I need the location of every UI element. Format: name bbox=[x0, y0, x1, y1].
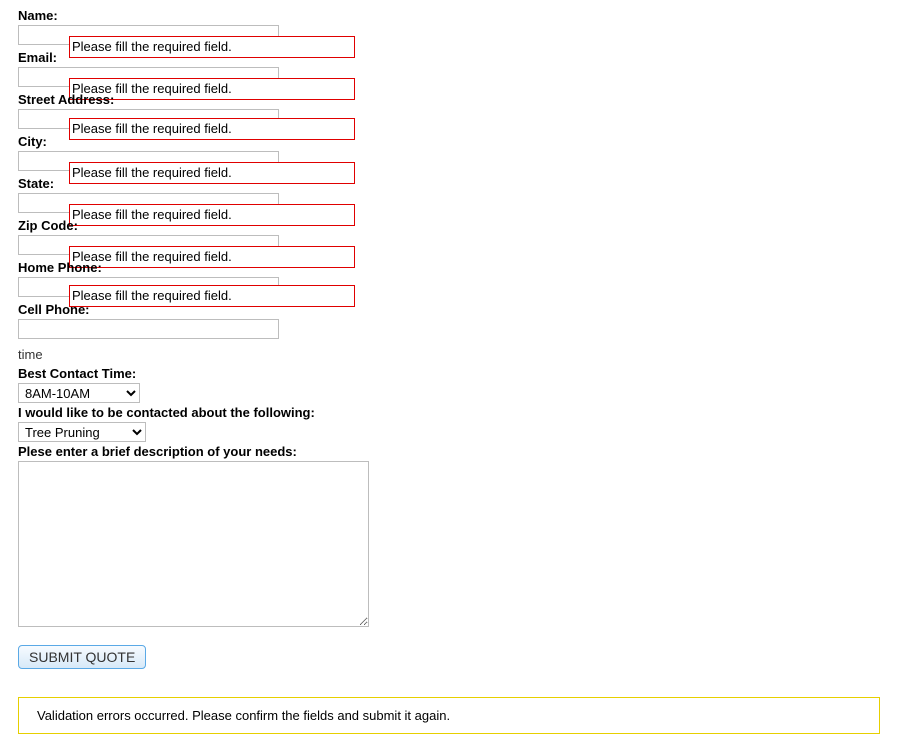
label-description: Plese enter a brief description of your … bbox=[18, 444, 900, 459]
field-state: State: Please fill the required field. bbox=[18, 176, 900, 213]
textarea-description[interactable] bbox=[18, 461, 369, 627]
submit-quote-button[interactable]: SUBMIT QUOTE bbox=[18, 645, 146, 669]
select-best-contact-time[interactable]: 8AM-10AM bbox=[18, 383, 140, 403]
field-name: Name: Please fill the required field. bbox=[18, 8, 900, 45]
label-street: Street Address: bbox=[18, 92, 900, 107]
label-city: City: bbox=[18, 134, 900, 149]
field-city: City: Please fill the required field. bbox=[18, 134, 900, 171]
field-email: Email: Please fill the required field. bbox=[18, 50, 900, 87]
label-state: State: bbox=[18, 176, 900, 191]
field-cellphone: Cell Phone: bbox=[18, 302, 900, 339]
label-time-raw: time bbox=[18, 347, 900, 362]
label-best-contact: Best Contact Time: bbox=[18, 366, 900, 381]
label-zip: Zip Code: bbox=[18, 218, 900, 233]
label-homephone: Home Phone: bbox=[18, 260, 900, 275]
field-street: Street Address: Please fill the required… bbox=[18, 92, 900, 129]
quote-form-page: Name: Please fill the required field. Em… bbox=[0, 0, 918, 754]
label-topic: I would like to be contacted about the f… bbox=[18, 405, 900, 420]
input-cellphone[interactable] bbox=[18, 319, 279, 339]
label-cellphone: Cell Phone: bbox=[18, 302, 900, 317]
label-name: Name: bbox=[18, 8, 900, 23]
select-topic[interactable]: Tree Pruning bbox=[18, 422, 146, 442]
label-email: Email: bbox=[18, 50, 900, 65]
field-homephone: Home Phone: Please fill the required fie… bbox=[18, 260, 900, 297]
field-zip: Zip Code: Please fill the required field… bbox=[18, 218, 900, 255]
validation-summary: Validation errors occurred. Please confi… bbox=[18, 697, 880, 734]
